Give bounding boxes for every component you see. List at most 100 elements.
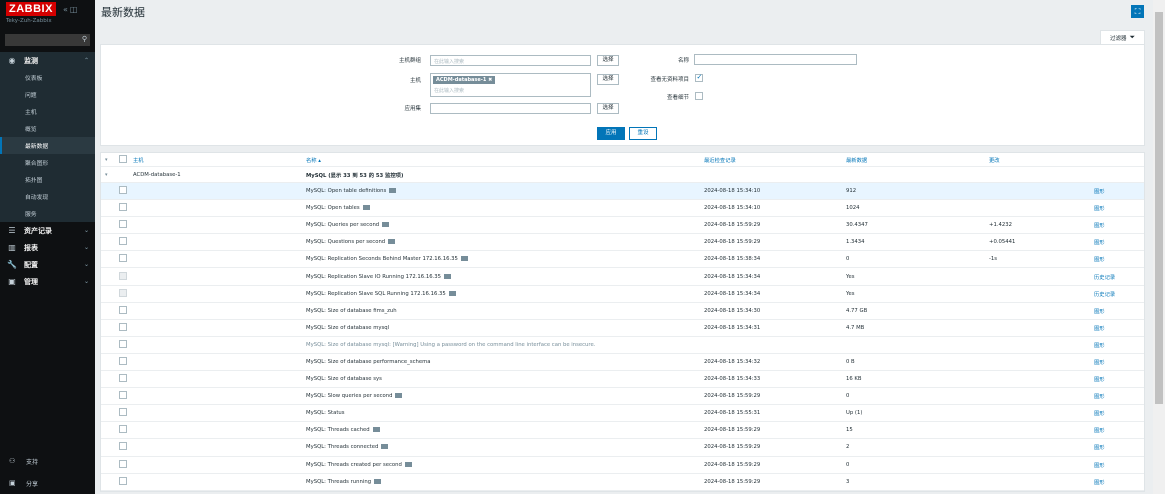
sidebar-item-5[interactable]: 聚合图形 [0,154,95,171]
flag-icon[interactable] [448,290,456,296]
hosts-select-button[interactable]: 选择 [597,74,619,85]
last-check: 2024-08-18 15:34:34 [704,290,761,297]
graph-link[interactable]: 图形 [1094,255,1105,263]
graph-link[interactable]: 图形 [1094,409,1105,417]
search-icon[interactable]: ⚲ [82,35,87,43]
show-without-data-checkbox[interactable] [695,73,703,82]
filter-tab[interactable]: 过滤器 ⏷ [1100,30,1145,44]
graph-link[interactable]: 图形 [1094,443,1105,451]
sidebar-item-7[interactable]: 自动发现 [0,188,95,205]
sidebar-item-3[interactable]: 概览 [0,120,95,137]
menu-section-1[interactable]: ▥ 报表 ⌄ [0,239,95,256]
menu-section-0[interactable]: ☰ 资产记录 ⌄ [0,222,95,239]
share-link[interactable]: ▣ 分享 [0,472,95,494]
graph-link[interactable]: 图形 [1094,221,1105,229]
row-checkbox[interactable] [119,203,127,212]
apply-button[interactable]: 应用 [597,127,625,140]
header-name[interactable]: 名称 ▴ [306,156,321,164]
share-label: 分享 [26,480,39,488]
wrench-icon: 🔧 [7,260,17,269]
scrollbar-thumb[interactable] [1155,12,1163,404]
row-checkbox[interactable] [119,339,127,348]
item-name-text: MySQL: Queries per second [306,222,380,229]
menu-monitoring[interactable]: ◉ 监测 ⌃ [0,52,95,69]
show-details-checkbox[interactable] [695,92,703,100]
support-link[interactable]: ⚇ 支持 [0,450,95,472]
row-checkbox[interactable] [119,391,127,400]
host-tag[interactable]: ACDM-database-1 ✖ [433,76,496,84]
remove-tag-icon[interactable]: ✖ [488,77,492,83]
graph-link[interactable]: 图形 [1094,187,1105,195]
flag-icon[interactable] [389,188,397,194]
graph-link[interactable]: 图形 [1094,358,1105,366]
graph-link[interactable]: 图形 [1094,307,1105,315]
host-groups-select-button[interactable]: 选择 [597,55,619,66]
last-value: Yes [846,273,855,280]
flag-icon[interactable] [444,273,451,279]
graph-link[interactable]: 图形 [1094,375,1105,383]
row-checkbox[interactable] [119,442,127,451]
row-checkbox[interactable] [119,254,127,263]
zabbix-logo[interactable]: ZABBIX [6,2,56,16]
name-input[interactable] [694,54,857,65]
flag-icon[interactable] [372,427,380,433]
last-value: 3 [846,478,850,485]
hosts-multiselect[interactable]: ACDM-database-1 ✖ 在此输入搜索 [430,73,591,97]
flag-icon[interactable] [460,256,468,262]
row-checkbox[interactable] [119,186,127,195]
menu-section-2[interactable]: 🔧 配置 ⌄ [0,256,95,273]
graph-link[interactable]: 图形 [1094,392,1105,400]
flag-icon[interactable] [374,478,382,484]
sidebar-item-1[interactable]: 问题 [0,86,95,103]
collapse-sidebar-icon[interactable]: «◫ [63,5,79,14]
row-checkbox[interactable] [119,271,127,280]
expand-all-icon[interactable]: ▾ [105,157,108,163]
row-checkbox[interactable] [119,425,127,434]
application-select-button[interactable]: 选择 [597,103,619,114]
graph-link[interactable]: 图形 [1094,324,1105,332]
graph-link[interactable]: 图形 [1094,426,1105,434]
row-checkbox-wrap [119,391,127,401]
last-value: 0 B [846,358,855,365]
row-checkbox[interactable] [119,476,127,485]
sidebar-search-input[interactable]: ⚲ [5,34,90,46]
row-checkbox[interactable] [119,459,127,468]
flag-icon[interactable] [381,444,389,450]
row-checkbox[interactable] [119,220,127,229]
sidebar-item-8[interactable]: 服务 [0,205,95,222]
host-group-host[interactable]: ACDM-database-1 [133,172,181,178]
graph-link[interactable]: 图形 [1094,341,1105,349]
application-input[interactable] [430,103,591,114]
flag-icon[interactable] [362,205,370,211]
flag-icon[interactable] [395,393,403,399]
host-groups-input[interactable]: 在此输入搜索 [430,55,591,66]
graph-link[interactable]: 历史记录 [1094,290,1115,298]
row-checkbox[interactable] [119,408,127,417]
sidebar-item-2[interactable]: 主机 [0,103,95,120]
select-all-checkbox[interactable] [119,154,127,163]
collapse-host-icon[interactable]: ▾ [105,172,108,178]
header-host[interactable]: 主机 [133,156,144,164]
graph-link[interactable]: 历史记录 [1094,273,1115,281]
menu-section-3[interactable]: ▣ 管理 ⌄ [0,273,95,290]
kiosk-mode-icon[interactable]: ⛶ [1131,5,1144,18]
vertical-scrollbar[interactable] [1153,0,1165,494]
table-row: MySQL: Threads running 2024-08-18 15:59:2… [101,474,1144,491]
sidebar-item-4[interactable]: 最新数据 [0,137,95,154]
sidebar-item-6[interactable]: 拓扑图 [0,171,95,188]
row-checkbox[interactable] [119,322,127,331]
flag-icon[interactable] [404,461,412,467]
graph-link[interactable]: 图形 [1094,204,1105,212]
flag-icon[interactable] [382,222,390,228]
graph-link[interactable]: 图形 [1094,478,1105,486]
row-checkbox[interactable] [119,237,127,246]
row-checkbox[interactable] [119,288,127,297]
graph-link[interactable]: 图形 [1094,461,1105,469]
row-checkbox[interactable] [119,374,127,383]
row-checkbox[interactable] [119,305,127,314]
reset-button[interactable]: 重设 [629,127,657,140]
sidebar-item-0[interactable]: 仪表板 [0,69,95,86]
row-checkbox[interactable] [119,356,127,365]
flag-icon[interactable] [388,239,396,245]
graph-link[interactable]: 图形 [1094,238,1105,246]
